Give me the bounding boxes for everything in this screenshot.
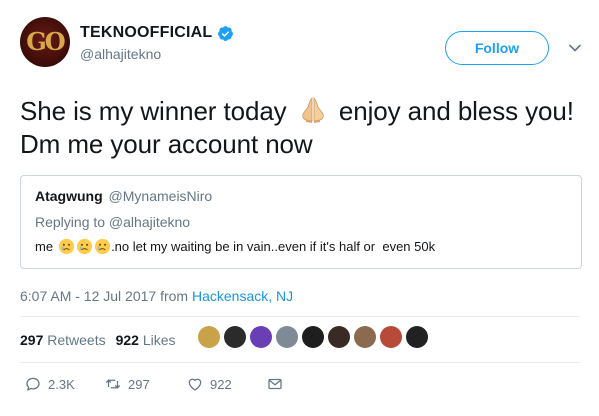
- location-link[interactable]: Hackensack, NJ: [192, 288, 293, 304]
- divider: [20, 316, 580, 317]
- quote-author-handle: @MynameisNiro: [108, 188, 213, 204]
- retweet-action[interactable]: 297: [104, 375, 186, 393]
- quote-text-start: me: [35, 239, 54, 254]
- envelope-icon: [268, 378, 282, 390]
- likes-stat[interactable]: 922 Likes: [116, 332, 176, 348]
- tweet-actions: 2.3K 297 922: [24, 375, 284, 393]
- retweets-stat[interactable]: 297 Retweets: [20, 332, 106, 348]
- quote-header: Atagwung @MynameisNiro: [35, 188, 212, 204]
- like-count: 922: [210, 376, 232, 392]
- reply-icon: [26, 377, 40, 391]
- liker-avatars: [198, 326, 428, 348]
- crying-face-icon: [94, 238, 111, 255]
- retweet-icon: [105, 379, 121, 389]
- heart-icon: [188, 378, 202, 391]
- folded-hands-icon: [301, 97, 324, 123]
- liker-avatar[interactable]: [380, 326, 402, 348]
- timestamp[interactable]: 6:07 AM - 12 Jul 2017 from: [20, 288, 192, 304]
- liker-avatar[interactable]: [406, 326, 428, 348]
- message-action[interactable]: [266, 375, 284, 393]
- reply-action[interactable]: 2.3K: [24, 375, 104, 393]
- tweet-text-part-1: She is my winner today: [20, 96, 287, 126]
- liker-avatar[interactable]: [250, 326, 272, 348]
- liker-avatar[interactable]: [198, 326, 220, 348]
- quote-text-rest: .no let my waiting be in vain..even if i…: [111, 239, 436, 254]
- author-names: TEKNOOFFICIAL @alhajitekno: [80, 23, 234, 62]
- liker-avatar[interactable]: [276, 326, 298, 348]
- display-name-row: TEKNOOFFICIAL: [80, 23, 234, 43]
- liker-avatar[interactable]: [328, 326, 350, 348]
- chevron-down-icon[interactable]: [568, 41, 582, 55]
- liker-avatar[interactable]: [224, 326, 246, 348]
- retweets-label: Retweets: [47, 332, 106, 348]
- quote-text: me .no let my waiting be in vain..even i…: [35, 238, 435, 255]
- quoted-tweet[interactable]: Atagwung @MynameisNiro Replying to @alha…: [20, 175, 582, 269]
- avatar[interactable]: GO: [20, 17, 70, 67]
- crying-face-icon: [58, 238, 75, 255]
- quote-replying-to: Replying to @alhajitekno: [35, 214, 191, 230]
- verified-badge-icon: [218, 25, 234, 41]
- liker-avatar[interactable]: [354, 326, 376, 348]
- reply-count: 2.3K: [48, 376, 75, 392]
- likes-count: 922: [115, 332, 139, 348]
- like-action[interactable]: 922: [186, 375, 266, 393]
- retweet-count: 297: [128, 376, 150, 392]
- quote-author-name: Atagwung: [35, 188, 103, 204]
- tweet-header: GO TEKNOOFFICIAL @alhajitekno Follow: [20, 17, 582, 69]
- tweet-text: She is my winner today enjoy and bless y…: [20, 94, 580, 161]
- liker-avatar[interactable]: [302, 326, 324, 348]
- avatar-logo-text: GO: [26, 27, 65, 56]
- display-name[interactable]: TEKNOOFFICIAL: [80, 24, 212, 42]
- tweet-timestamp: 6:07 AM - 12 Jul 2017 from Hackensack, N…: [20, 288, 293, 304]
- likes-label: Likes: [142, 332, 176, 348]
- retweets-count: 297: [20, 332, 44, 348]
- divider: [20, 362, 580, 363]
- author-handle[interactable]: @alhajitekno: [80, 46, 234, 62]
- tweet-stats: 297 Retweets 922 Likes: [20, 332, 176, 348]
- follow-button[interactable]: Follow: [445, 31, 549, 65]
- crying-face-icon: [76, 238, 93, 255]
